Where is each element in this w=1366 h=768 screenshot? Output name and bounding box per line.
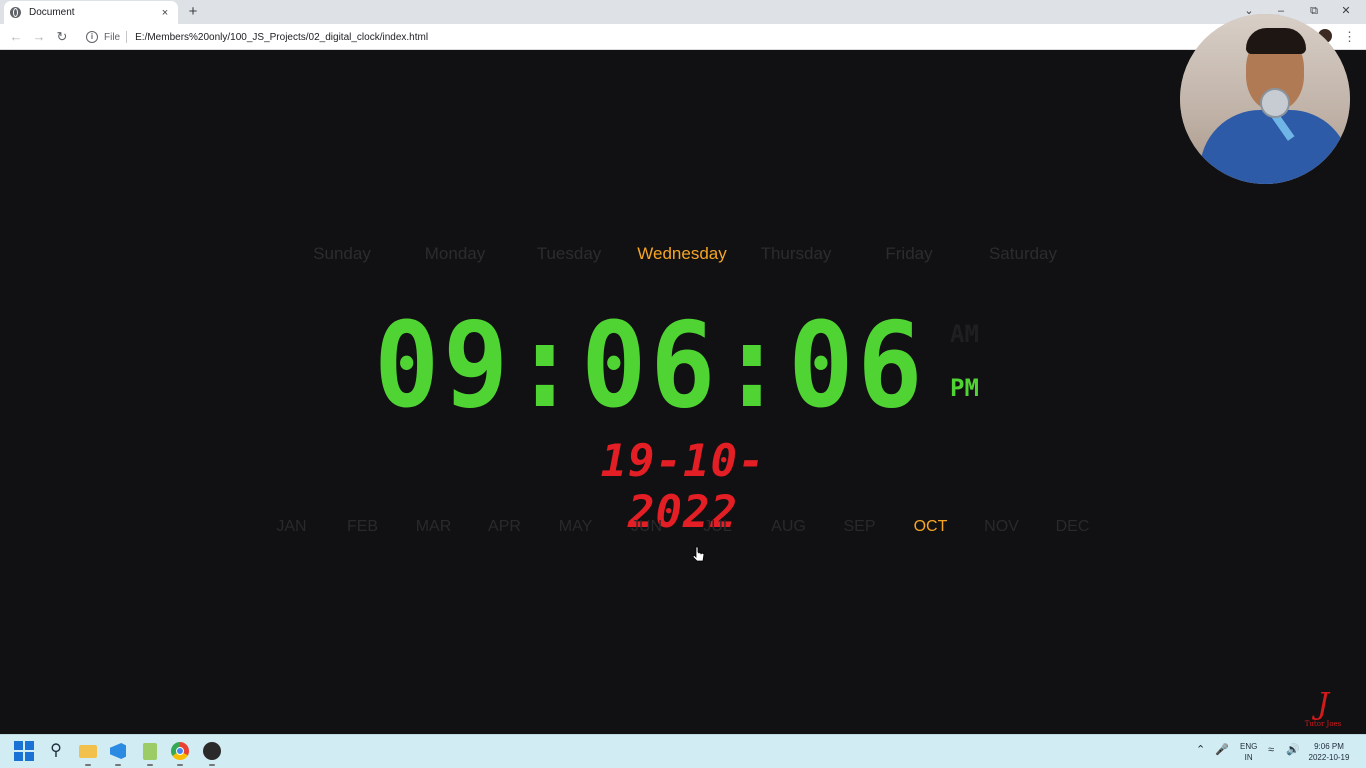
day-friday: Friday xyxy=(885,244,933,263)
wifi-icon[interactable]: ≈ xyxy=(1268,744,1274,756)
vscode-icon[interactable] xyxy=(108,741,128,761)
logo-mark-icon: J xyxy=(1316,687,1330,722)
am-indicator: AM xyxy=(950,320,979,348)
mic-icon[interactable]: 🎤 xyxy=(1215,743,1229,756)
pm-indicator: PM xyxy=(950,374,979,402)
new-tab-button[interactable]: + xyxy=(184,3,202,21)
day-monday: Monday xyxy=(424,244,486,263)
month-nov: NOV xyxy=(984,518,1019,535)
logo-text: Tutor Joes xyxy=(1304,720,1342,728)
folder-icon[interactable] xyxy=(78,741,98,761)
month-mar: MAR xyxy=(415,518,452,535)
running-indicator xyxy=(209,764,215,766)
month-jan: JAN xyxy=(276,518,307,535)
presenter-hair xyxy=(1246,28,1306,54)
month-dec: DEC xyxy=(1055,518,1090,535)
forward-icon[interactable]: → xyxy=(31,29,47,45)
month-feb: FEB xyxy=(346,518,379,535)
system-date: 2022-10-19 xyxy=(1308,753,1350,762)
running-indicator xyxy=(115,764,121,766)
divider xyxy=(126,31,128,43)
file-scheme-label: File xyxy=(104,31,121,43)
address-bar[interactable]: i File E:/Members%20only/100_JS_Projects… xyxy=(80,27,1170,47)
month-jul: JUL xyxy=(703,518,732,535)
day-sunday: Sunday xyxy=(313,244,371,263)
reload-icon[interactable]: ↻ xyxy=(54,29,70,45)
language-code: ENG xyxy=(1240,742,1258,751)
chevron-up-icon[interactable]: ⌃ xyxy=(1196,743,1205,756)
webcam-overlay xyxy=(1180,14,1350,184)
browser-tab[interactable]: Document × xyxy=(4,1,178,24)
day-thursday: Thursday xyxy=(760,244,832,263)
month-sep: SEP xyxy=(843,518,876,535)
month-oct: OCT xyxy=(913,518,948,535)
month-apr: APR xyxy=(488,518,521,535)
chrome-icon[interactable] xyxy=(170,741,190,761)
day-saturday: Saturday xyxy=(988,244,1058,263)
notepad-icon[interactable] xyxy=(140,741,160,761)
url-text[interactable]: E:/Members%20only/100_JS_Projects/02_dig… xyxy=(135,32,428,43)
volume-icon[interactable]: 🔊 xyxy=(1286,743,1300,756)
tab-title: Document xyxy=(29,7,75,18)
globe-icon xyxy=(10,7,21,18)
browser-tab-strip: Document × + ⌄ – ⧉ ✕ xyxy=(0,0,1366,24)
clock-page: Sunday Monday Tuesday Wednesday Thursday… xyxy=(0,50,1366,734)
back-icon[interactable]: ← xyxy=(8,29,24,45)
obs-icon[interactable] xyxy=(202,741,222,761)
system-time: 9:06 PM xyxy=(1314,742,1344,751)
microphone-icon xyxy=(1260,88,1290,118)
day-tuesday: Tuesday xyxy=(536,244,602,263)
month-row: JAN FEB MAR APR MAY JUN JUL AUG SEP OCT … xyxy=(256,518,1108,542)
clock-time: 09:06:06 xyxy=(374,296,927,434)
digital-clock: 09:06:06 AM PM xyxy=(374,306,1014,426)
month-may: MAY xyxy=(558,518,593,535)
system-clock[interactable]: 9:06 PM 2022-10-19 xyxy=(1306,741,1352,763)
mouse-cursor-icon xyxy=(693,546,705,562)
weekday-row: Sunday Monday Tuesday Wednesday Thursday… xyxy=(285,244,1080,272)
search-icon[interactable]: ⚲ xyxy=(46,741,66,761)
language-indicator[interactable]: ENG IN xyxy=(1240,741,1257,763)
channel-logo: J Tutor Joes xyxy=(1298,690,1348,738)
running-indicator xyxy=(177,764,183,766)
region-code: IN xyxy=(1244,753,1253,762)
month-jun: JUN xyxy=(630,518,663,535)
windows-taskbar: ⚲ ⌃ 🎤 ENG IN ≈ 🔊 9:06 PM 2022-10-19 xyxy=(0,734,1366,768)
month-aug: AUG xyxy=(771,518,806,535)
running-indicator xyxy=(147,764,153,766)
day-wednesday: Wednesday xyxy=(637,244,727,263)
tab-close-button[interactable]: × xyxy=(158,7,172,19)
windows-start-icon[interactable] xyxy=(14,741,34,761)
browser-toolbar: ← → ↻ i File E:/Members%20only/100_JS_Pr… xyxy=(0,24,1366,50)
info-icon[interactable]: i xyxy=(86,31,98,43)
running-indicator xyxy=(85,764,91,766)
